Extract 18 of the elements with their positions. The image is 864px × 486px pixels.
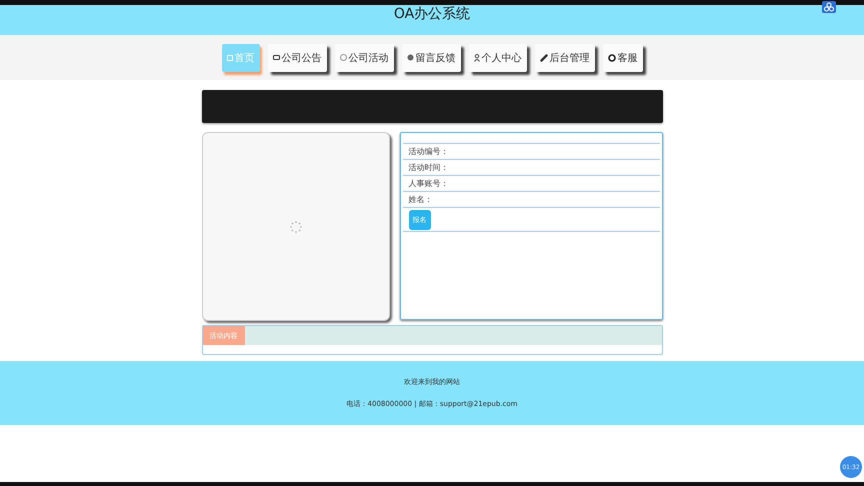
nav-tab[interactable]: 公司活动 bbox=[334, 44, 394, 72]
loading-spinner-icon bbox=[288, 220, 302, 234]
nav-tab[interactable]: 客服 bbox=[602, 44, 642, 72]
ring-icon bbox=[608, 54, 616, 62]
nav-tab[interactable]: 后台管理 bbox=[534, 44, 594, 72]
circle-icon bbox=[340, 54, 346, 61]
nav-tab[interactable]: 留言反馈 bbox=[402, 44, 460, 72]
nav-tab[interactable]: 个人中心 bbox=[468, 44, 526, 72]
cloud-icon bbox=[822, 1, 836, 13]
field-label: 人事账号： bbox=[408, 178, 448, 189]
nav-tab[interactable]: 公司公告 bbox=[268, 44, 326, 72]
card-icon bbox=[272, 55, 280, 60]
field-label: 活动编号： bbox=[408, 146, 448, 157]
field-label: 姓名： bbox=[408, 194, 432, 205]
site-title: OA办公系统 bbox=[394, 5, 470, 23]
field-label: 活动时间： bbox=[408, 162, 448, 173]
person-icon bbox=[474, 54, 480, 62]
square-icon bbox=[226, 54, 232, 60]
